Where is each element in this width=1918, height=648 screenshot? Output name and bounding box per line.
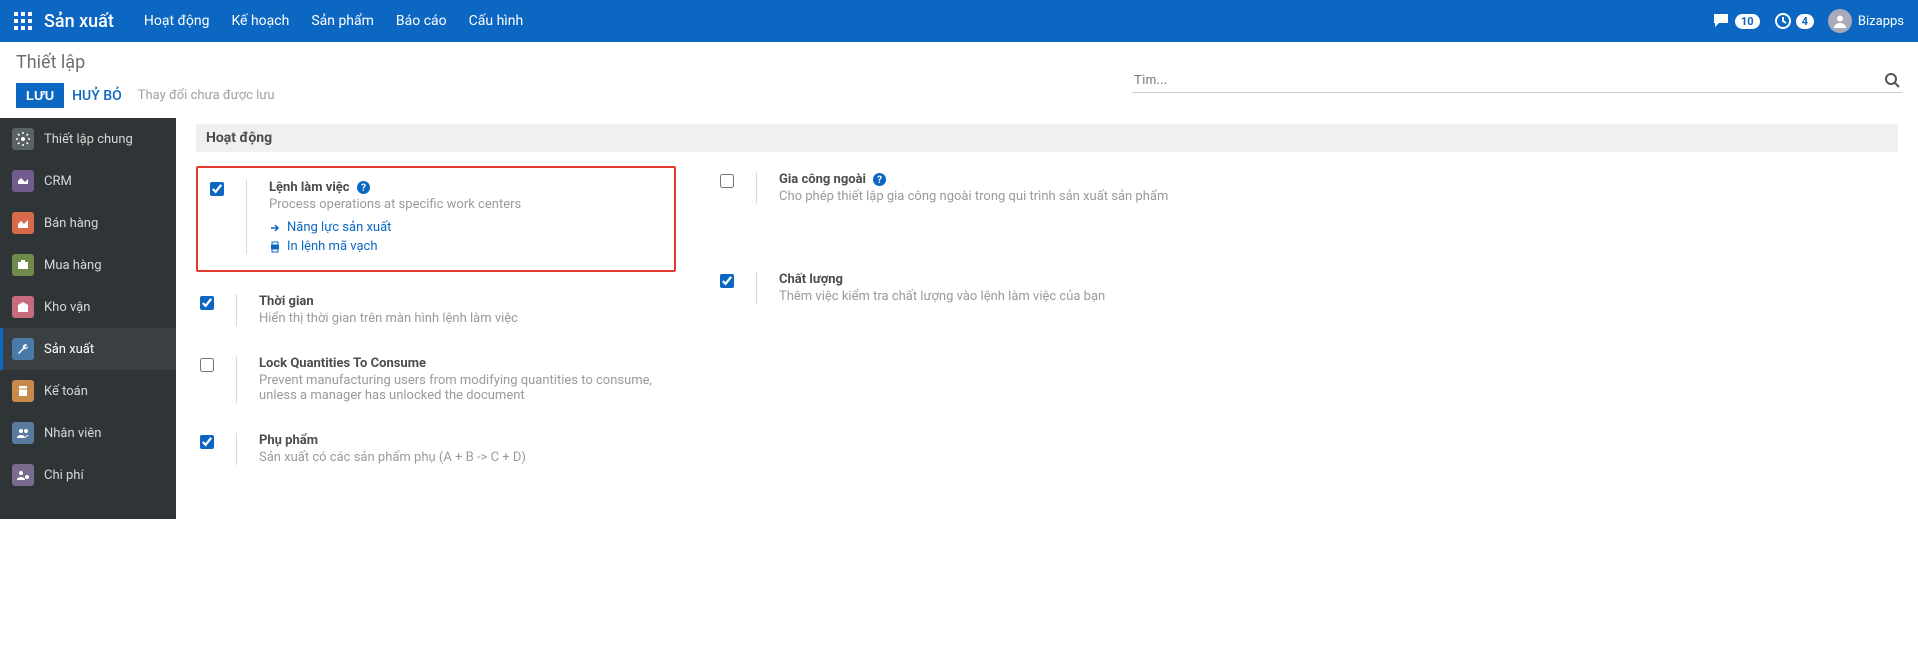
box-icon [12,296,34,318]
messages-icon[interactable]: 10 [1713,13,1760,29]
sidebar-item-label: Thiết lập chung [44,132,133,147]
topbar: Sản xuất Hoạt động Kế hoạch Sản phẩm Báo… [0,0,1918,42]
menu-activity[interactable]: Hoạt động [144,13,210,29]
highlight-box: Lệnh làm việc ? Process operations at sp… [196,166,676,272]
chart-icon [12,212,34,234]
sidebar-item-employees[interactable]: Nhân viên [0,412,176,454]
setting-title-lock: Lock Quantities To Consume [259,356,672,371]
checkbox-subcontracting[interactable] [720,174,734,188]
wrench-icon [12,338,34,360]
svg-text:?: ? [877,175,882,186]
sidebar-item-sales[interactable]: Bán hàng [0,202,176,244]
checkbox-time[interactable] [200,296,214,310]
unsaved-status: Thay đổi chưa được lưu [138,88,275,103]
sidebar-item-label: Chi phí [44,468,84,483]
link-capacity[interactable]: Năng lực sản xuất [269,220,662,235]
main-content: Hoạt động Lệnh làm việc ? Process operat… [176,118,1918,519]
checkbox-byproducts[interactable] [200,435,214,449]
breadcrumb: Thiết lập [16,52,1132,73]
arrow-right-icon [269,222,281,234]
user-menu[interactable]: Bizapps [1828,9,1904,33]
sidebar-item-general[interactable]: Thiết lập chung [0,118,176,160]
setting-title-work-orders: Lệnh làm việc [269,180,350,195]
save-button[interactable]: LƯU [16,83,64,108]
setting-title-quality: Chất lượng [779,272,1192,287]
book-icon [12,380,34,402]
checkbox-work-orders[interactable] [210,182,224,196]
sidebar-item-label: CRM [44,174,72,189]
checkbox-lock-quantities[interactable] [200,358,214,372]
search-input[interactable] [1134,72,1884,87]
setting-desc-byproducts: Sản xuất có các sản phẩm phụ (A + B -> C… [259,450,672,465]
sidebar-item-label: Bán hàng [44,216,98,231]
sidebar-item-crm[interactable]: CRM [0,160,176,202]
menu-products[interactable]: Sản phẩm [311,13,374,29]
setting-desc-lock: Prevent manufacturing users from modifyi… [259,373,672,403]
sidebar-item-accounting[interactable]: Kế toán [0,370,176,412]
setting-title-subcontracting: Gia công ngoài [779,172,866,187]
setting-desc-time: Hiển thị thời gian trên màn hình lệnh là… [259,311,672,326]
control-bar: Thiết lập LƯU HUỶ BỎ Thay đổi chưa được … [0,42,1918,108]
setting-desc-work-orders: Process operations at specific work cent… [269,197,662,212]
section-header: Hoạt động [196,124,1898,152]
search-bar[interactable] [1132,68,1902,93]
sidebar-item-label: Kế toán [44,384,88,399]
people-icon [12,422,34,444]
sidebar-item-purchase[interactable]: Mua hàng [0,244,176,286]
checkbox-quality[interactable] [720,274,734,288]
sidebar-item-expenses[interactable]: Chi phí [0,454,176,496]
svg-text:?: ? [361,183,366,194]
menu-plan[interactable]: Kế hoạch [231,13,289,29]
gear-icon [12,128,34,150]
cart-icon [12,254,34,276]
receipt-icon [12,464,34,486]
sidebar-item-label: Nhân viên [44,426,101,441]
sidebar: Thiết lập chung CRM Bán hàng Mua hàng Kh… [0,118,176,519]
sidebar-item-label: Sản xuất [44,342,94,357]
link-print-barcode[interactable]: In lệnh mã vạch [269,239,662,254]
user-name: Bizapps [1858,14,1904,29]
activities-icon[interactable]: 4 [1774,12,1814,30]
sidebar-item-label: Mua hàng [44,258,102,273]
setting-desc-subcontracting: Cho phép thiết lập gia công ngoài trong … [779,189,1192,204]
help-icon[interactable]: ? [357,181,370,194]
print-icon [269,241,281,253]
messages-badge: 10 [1735,14,1760,29]
avatar-icon [1828,9,1852,33]
discard-button[interactable]: HUỶ BỎ [72,88,122,104]
setting-title-byproducts: Phụ phẩm [259,433,672,448]
top-menu: Hoạt động Kế hoạch Sản phẩm Báo cáo Cấu … [144,13,523,29]
activities-badge: 4 [1796,14,1814,29]
setting-title-time: Thời gian [259,294,672,309]
menu-reports[interactable]: Báo cáo [396,13,447,29]
search-icon[interactable] [1884,72,1900,88]
sidebar-item-manufacturing[interactable]: Sản xuất [0,328,176,370]
handshake-icon [12,170,34,192]
help-icon[interactable]: ? [873,173,886,186]
menu-config[interactable]: Cấu hình [469,13,524,29]
app-title[interactable]: Sản xuất [44,11,114,32]
apps-icon[interactable] [14,12,32,30]
setting-desc-quality: Thêm việc kiểm tra chất lượng vào lệnh l… [779,289,1192,304]
sidebar-item-inventory[interactable]: Kho vận [0,286,176,328]
sidebar-item-label: Kho vận [44,300,90,315]
